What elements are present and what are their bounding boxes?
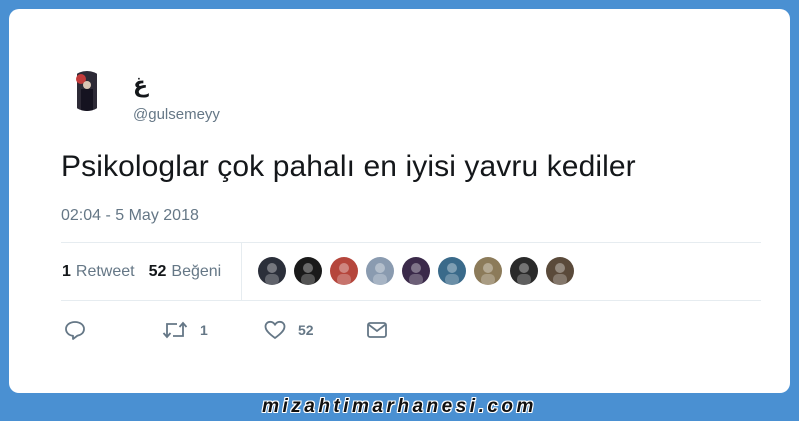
display-name[interactable]: غ [133, 73, 148, 98]
liker-avatar[interactable] [366, 257, 394, 285]
tweet-timestamp[interactable]: 02:04 - 5 May 2018 [61, 207, 199, 225]
watermark: mizahtimarhanesi.com [262, 396, 537, 417]
likers-list [258, 257, 574, 285]
like-stat[interactable]: 52 Beğeni [149, 263, 222, 281]
retweet-label: Retweet [75, 263, 135, 280]
divider [61, 242, 761, 243]
reply-button[interactable] [64, 320, 86, 340]
retweet-count: 1 [62, 263, 71, 280]
user-handle[interactable]: @gulsemeyy [133, 106, 220, 123]
liker-avatar[interactable] [474, 257, 502, 285]
reply-icon [65, 321, 85, 340]
profile-avatar[interactable] [67, 71, 107, 111]
tweet-text: Psikologlar çok pahalı en iyisi yavru ke… [61, 150, 636, 183]
liker-avatar[interactable] [330, 257, 358, 285]
liker-avatar[interactable] [402, 257, 430, 285]
divider [61, 300, 761, 301]
liker-avatar[interactable] [438, 257, 466, 285]
tweet-card: غ @gulsemeyy Psikologlar çok pahalı en i… [9, 9, 790, 393]
stats-divider [241, 243, 242, 300]
like-action-count: 52 [298, 322, 314, 338]
retweet-icon [162, 321, 188, 339]
retweet-button[interactable]: 1 [162, 320, 208, 340]
retweet-action-count: 1 [200, 322, 208, 338]
liker-avatar[interactable] [258, 257, 286, 285]
like-label: Beğeni [171, 263, 222, 280]
like-button[interactable]: 52 [264, 320, 314, 340]
envelope-icon [367, 322, 387, 338]
liker-avatar[interactable] [510, 257, 538, 285]
profile-photo [67, 71, 107, 111]
tweet-stats: 1 Retweet 52 Beğeni [62, 263, 221, 281]
like-count: 52 [148, 263, 167, 280]
heart-icon [264, 320, 286, 339]
direct-message-button[interactable] [366, 320, 388, 340]
liker-avatar[interactable] [546, 257, 574, 285]
liker-avatar[interactable] [294, 257, 322, 285]
retweet-stat[interactable]: 1 Retweet [62, 263, 135, 281]
